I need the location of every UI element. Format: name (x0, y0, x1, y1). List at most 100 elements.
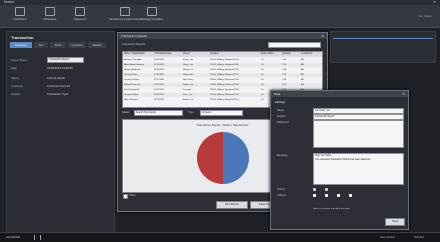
field-value-customer: Customer Account (47, 84, 70, 88)
print-report-button[interactable]: Print Report (216, 201, 248, 209)
field-label-status: Status (11, 76, 19, 80)
message-line-2: The requested Transaction Report has bee… (315, 159, 371, 161)
option-checkbox-1[interactable] (313, 194, 316, 197)
table-cell: Ok (261, 69, 264, 71)
table-row[interactable]: Anthony Carrington 07/03/2011 Sharp, Lee 15… (123, 58, 322, 62)
pie-chart (197, 132, 249, 184)
field-value-status: Current Month (47, 76, 65, 80)
table-cell: 07/17/2011 (154, 79, 165, 81)
table-cell: Anthony Carrington (124, 59, 142, 61)
table-cell: George Gordon (124, 94, 139, 96)
report-search-select[interactable] (268, 42, 321, 48)
start-button[interactable]: ALLDOCS (6, 234, 20, 241)
col-header-quantity[interactable]: Quantity (282, 52, 298, 57)
table-cell: 15504, Hillbury, Maryland 2700 (210, 99, 239, 101)
tab-summary[interactable]: Summary (10, 42, 32, 48)
table-cell: 15504, Hillbury, Maryland 2700 (210, 84, 239, 86)
table-row[interactable]: Charles Butler 07/12/2011 Winchester 15504,… (123, 73, 322, 77)
filter2-select[interactable]: All Items (200, 110, 243, 116)
note-reference-label: Reference (277, 121, 289, 124)
close-icon[interactable]: ✕ (321, 33, 324, 39)
table-cell: 1.98 (282, 59, 287, 61)
note-footer-text: Select a recipient and add a message (313, 208, 350, 210)
taskbar-divider (40, 235, 41, 240)
table-cell: Helen Harrison (124, 99, 138, 101)
col-header-owner[interactable]: Owner (183, 52, 207, 57)
filter2-label: Type (188, 111, 194, 114)
table-cell: Brown, Lee (183, 99, 194, 101)
table-cell: AR (301, 64, 304, 66)
table-cell: 1.98 (282, 69, 287, 71)
option-checkbox-3[interactable] (337, 194, 340, 197)
note-message-textarea[interactable]: Dear Joe Tester, The requested Transacti… (313, 153, 404, 185)
table-cell: 07/03/2011 (154, 59, 165, 61)
filter-select[interactable]: Search Top Results (134, 110, 183, 116)
note-dialog: Note ✕ Settings Name Joe Tester, Inc. Su… (270, 90, 409, 230)
option-checkbox-2[interactable] (325, 194, 328, 197)
table-cell: 15504, Hillbury, Maryland 2700 (210, 59, 239, 61)
tab-parts[interactable]: Parts (50, 42, 66, 48)
table-cell: Edward Dickinson (124, 84, 141, 86)
pie-slice-blue (223, 132, 249, 184)
field-value-initiator: Transaction Type (47, 92, 69, 96)
note-section-title: Settings (275, 101, 286, 104)
note-reference-input[interactable] (313, 120, 404, 148)
taskbar-clock: 8:00 AM (414, 236, 424, 239)
table-cell: 15504, Hillbury, Maryland 2700 (210, 89, 239, 91)
accent-divider (333, 38, 433, 39)
note-dialog-title: Note (271, 91, 408, 97)
table-cell: Wong, Lee (183, 69, 194, 71)
col-header-location[interactable]: Location (210, 52, 258, 57)
tab-contacts[interactable]: Contacts (68, 42, 86, 48)
table-cell: 15504, Hillbury, Maryland 2700 (210, 64, 239, 66)
priority-radio-2[interactable] (325, 188, 328, 191)
transactions-icon (120, 7, 130, 16)
table-cell: Hunt, Mary (183, 79, 194, 81)
table-cell: Lowe, Lee (183, 94, 193, 96)
table-row[interactable]: Barbara Anderson 07/02/2011 Wong, Lee 15504… (123, 68, 322, 72)
col-header-status[interactable]: Order Status (261, 52, 279, 57)
tab-details[interactable]: Details (88, 42, 106, 48)
table-row[interactable]: Dorothy Carlson 07/17/2011 Hunt, Mary 15504… (123, 78, 322, 82)
taskbar-status: Auto: Enable (380, 236, 395, 239)
table-cell: AR (301, 79, 304, 81)
field-label-customer: Customer (11, 84, 24, 88)
table-cell: Adam Anders Andrew (124, 64, 144, 66)
table-cell: 07/02/2011 (154, 69, 165, 71)
report-name-input[interactable]: Transaction Report (47, 57, 84, 63)
table-cell: Winchester (183, 74, 194, 76)
note-options-label: Options (277, 194, 286, 197)
col-header-date[interactable]: Transaction Date (154, 52, 180, 57)
col-header-name[interactable]: Name / Organization (124, 52, 151, 57)
table-row[interactable]: Adam Anders Andrew 07/18/2011 Sharp, Lee 15… (123, 63, 322, 67)
show-checkbox[interactable] (123, 194, 128, 199)
grid-header: Name / Organization Transaction Date Own… (123, 52, 322, 57)
agreement-icon (75, 7, 85, 16)
table-cell: 07/12/2011 (154, 74, 165, 76)
tab-ste[interactable]: Ste (34, 42, 48, 48)
note-priority-label: Priority (277, 188, 286, 191)
toolbar-agreement-button[interactable]: Agreement (62, 7, 98, 21)
show-checkbox-label: Show (129, 194, 136, 197)
toolbar-templates-button[interactable]: Manage Templates (132, 7, 172, 21)
table-cell: AR (301, 74, 304, 76)
table-cell: Sharp, Lee (183, 59, 194, 61)
col-header-contract[interactable]: Contract Id (301, 52, 321, 57)
report-subtitle: Transaction Reports (122, 43, 146, 46)
table-cell: Barbara Anderson (124, 69, 141, 71)
transaction-panel: Transaction Summary Ste Parts Contacts D… (6, 31, 115, 233)
user-name[interactable]: Joe Tester (418, 14, 432, 18)
table-cell: AR (301, 69, 304, 71)
table-cell: 1.98 (282, 84, 287, 86)
table-cell: Frank Fitzgerald (124, 89, 140, 91)
priority-radio-1[interactable] (313, 188, 316, 191)
note-close-icon[interactable]: ✕ (402, 91, 405, 97)
field-label-initiator: Initiator (11, 92, 21, 96)
note-name-label: Name (277, 109, 284, 112)
send-button[interactable]: Send (385, 218, 405, 226)
table-cell: Hunter Lee (183, 84, 194, 86)
table-row[interactable]: Edward Dickinson 07/21/2011 Hunter Lee 1550… (123, 83, 322, 87)
panel-title: Transaction (11, 35, 34, 40)
table-cell: 15504, Hillbury, Maryland 2700 (210, 74, 239, 76)
option-checkbox-4[interactable] (349, 194, 352, 197)
